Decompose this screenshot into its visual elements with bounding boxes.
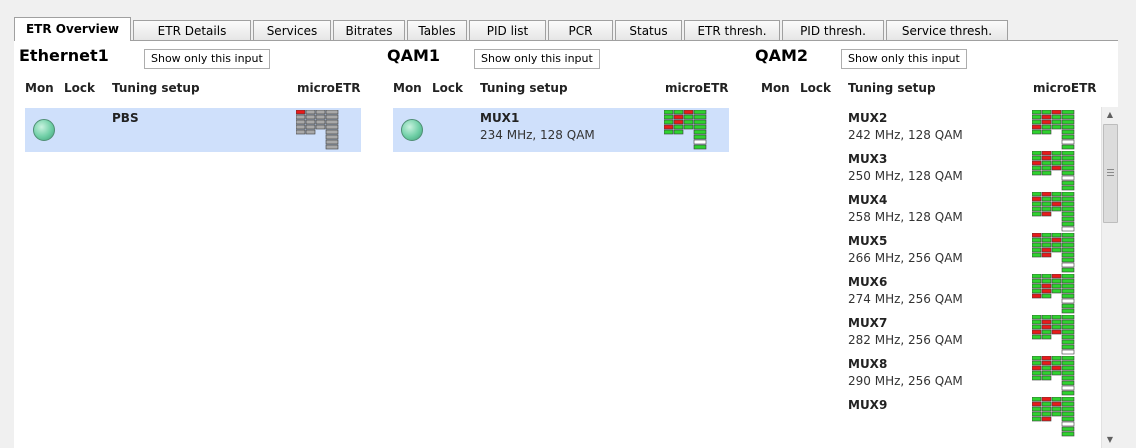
mux-row[interactable]: PBS xyxy=(25,108,361,152)
mux-name: MUX1 xyxy=(480,111,520,125)
micro-etr-indicator[interactable] xyxy=(664,110,707,150)
input-title: QAM1 xyxy=(387,46,441,65)
etr-overview-panel: Ethernet1 Show only this input Mon Lock Tuni… xyxy=(14,40,1118,448)
mux-name: MUX4 xyxy=(848,193,888,207)
input-column-qam2: QAM2 Show only this input Mon Lock Tuning se… xyxy=(750,41,1110,448)
mux-name: MUX8 xyxy=(848,357,888,371)
mux-row[interactable]: MUX6 274 MHz, 256 QAM xyxy=(761,272,1087,316)
mux-tuning-detail: 274 MHz, 256 QAM xyxy=(848,292,963,306)
micro-etr-indicator[interactable] xyxy=(1032,192,1075,232)
mux-name: MUX2 xyxy=(848,111,888,125)
tab-pid-list[interactable]: PID list xyxy=(469,20,546,40)
mux-name: MUX3 xyxy=(848,152,888,166)
micro-etr-indicator[interactable] xyxy=(1032,110,1075,150)
mux-tuning-detail: 266 MHz, 256 QAM xyxy=(848,251,963,265)
mux-tuning-detail: 258 MHz, 128 QAM xyxy=(848,210,963,224)
mux-tuning-detail: 290 MHz, 256 QAM xyxy=(848,374,963,388)
mux-tuning-detail: 234 MHz, 128 QAM xyxy=(480,128,595,142)
mux-tuning-detail: 242 MHz, 128 QAM xyxy=(848,128,963,142)
input-title: QAM2 xyxy=(755,46,809,65)
tab-etr-details[interactable]: ETR Details xyxy=(133,20,251,40)
header-mon: Mon xyxy=(25,81,54,95)
scrollbar-grip xyxy=(1107,169,1114,170)
tab-tables[interactable]: Tables xyxy=(407,20,467,40)
mux-name: MUX6 xyxy=(848,275,888,289)
mux-row[interactable]: MUX3 250 MHz, 128 QAM xyxy=(761,149,1087,193)
mux-tuning-detail: 282 MHz, 256 QAM xyxy=(848,333,963,347)
mux-name: MUX7 xyxy=(848,316,888,330)
header-mon: Mon xyxy=(761,81,790,95)
header-lock: Lock xyxy=(800,81,831,95)
input-column-ethernet1: Ethernet1 Show only this input Mon Lock Tuni… xyxy=(14,41,374,448)
scrollbar-grip xyxy=(1107,175,1114,176)
monitor-led-icon xyxy=(401,119,423,141)
header-mon: Mon xyxy=(393,81,422,95)
mux-row[interactable]: MUX1 234 MHz, 128 QAM xyxy=(393,108,729,152)
tab-etr-thresh[interactable]: ETR thresh. xyxy=(684,20,780,40)
header-lock: Lock xyxy=(432,81,463,95)
monitor-led-icon xyxy=(33,119,55,141)
micro-etr-indicator[interactable] xyxy=(296,110,339,150)
input-column-qam1: QAM1 Show only this input Mon Lock Tuning se… xyxy=(382,41,742,448)
show-only-this-input-button[interactable]: Show only this input xyxy=(474,49,600,69)
header-microetr: microETR xyxy=(297,81,361,95)
tab-bar: ETR Overview ETR Details Services Bitrates T… xyxy=(14,14,1118,41)
tab-pcr[interactable]: PCR xyxy=(548,20,613,40)
tab-pid-thresh[interactable]: PID thresh. xyxy=(782,20,884,40)
header-microetr: microETR xyxy=(665,81,729,95)
arrow-up-icon[interactable]: ▲ xyxy=(1102,107,1118,123)
mux-name: MUX5 xyxy=(848,234,888,248)
micro-etr-indicator[interactable] xyxy=(1032,233,1075,273)
vertical-scrollbar[interactable]: ▲ ▼ xyxy=(1101,107,1118,448)
micro-etr-indicator[interactable] xyxy=(1032,151,1075,191)
scrollbar-thumb[interactable] xyxy=(1103,124,1118,223)
micro-etr-indicator[interactable] xyxy=(1032,397,1075,437)
tab-etr-overview[interactable]: ETR Overview xyxy=(14,17,131,41)
show-only-this-input-button[interactable]: Show only this input xyxy=(144,49,270,69)
mux-row[interactable]: MUX7 282 MHz, 256 QAM xyxy=(761,313,1087,357)
mux-name: MUX9 xyxy=(848,398,888,412)
micro-etr-indicator[interactable] xyxy=(1032,315,1075,355)
mux-row[interactable]: MUX9 xyxy=(761,395,1087,439)
mux-name: PBS xyxy=(112,111,139,125)
tab-bitrates[interactable]: Bitrates xyxy=(333,20,405,40)
mux-row[interactable]: MUX2 242 MHz, 128 QAM xyxy=(761,108,1087,152)
header-microetr: microETR xyxy=(1033,81,1097,95)
tab-services[interactable]: Services xyxy=(253,20,331,40)
tab-status[interactable]: Status xyxy=(615,20,682,40)
tab-service-thresh[interactable]: Service thresh. xyxy=(886,20,1008,40)
arrow-down-icon[interactable]: ▼ xyxy=(1102,432,1118,448)
mux-row[interactable]: MUX5 266 MHz, 256 QAM xyxy=(761,231,1087,275)
header-tuning-setup: Tuning setup xyxy=(848,81,936,95)
mux-row[interactable]: MUX8 290 MHz, 256 QAM xyxy=(761,354,1087,398)
micro-etr-indicator[interactable] xyxy=(1032,274,1075,314)
scrollbar-grip xyxy=(1107,172,1114,173)
header-lock: Lock xyxy=(64,81,95,95)
header-tuning-setup: Tuning setup xyxy=(112,81,200,95)
header-tuning-setup: Tuning setup xyxy=(480,81,568,95)
mux-tuning-detail: 250 MHz, 128 QAM xyxy=(848,169,963,183)
input-title: Ethernet1 xyxy=(19,46,109,65)
show-only-this-input-button[interactable]: Show only this input xyxy=(841,49,967,69)
mux-row[interactable]: MUX4 258 MHz, 128 QAM xyxy=(761,190,1087,234)
micro-etr-indicator[interactable] xyxy=(1032,356,1075,396)
